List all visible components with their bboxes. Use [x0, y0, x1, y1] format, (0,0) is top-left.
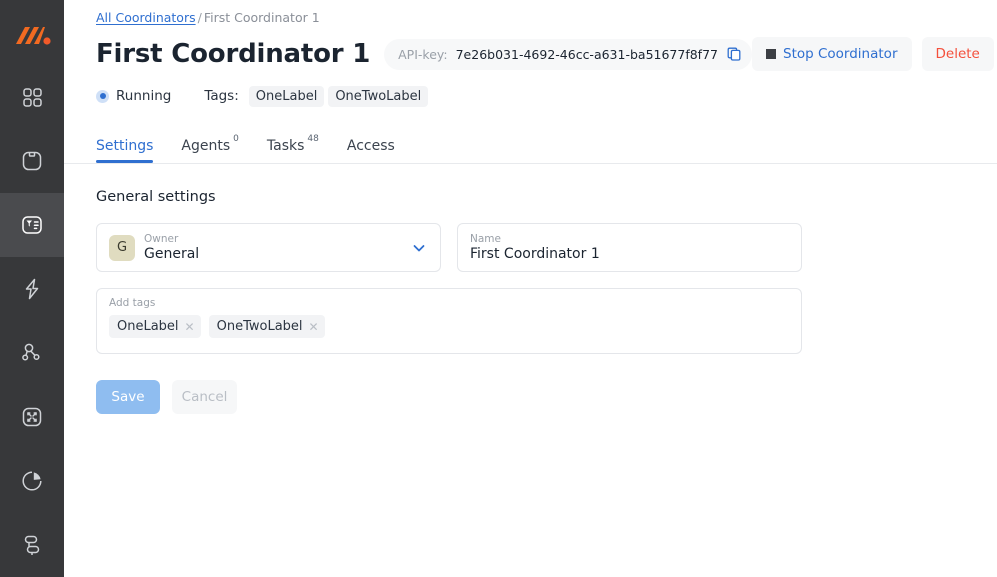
title-row: First Coordinator 1 API-key: 7e26b031-46…	[96, 33, 981, 75]
sidebar-item-plugins[interactable]	[0, 385, 64, 449]
sidebar-nav	[0, 65, 64, 577]
cancel-button[interactable]: Cancel	[172, 380, 237, 414]
chevron-down-icon[interactable]	[410, 239, 428, 257]
coordinator-icon	[19, 212, 45, 238]
tag-chip-list: OneLabel ✕ OneTwoLabel ✕	[109, 315, 789, 338]
settings-panel: General settings G Owner General N	[64, 164, 997, 414]
breadcrumb-current: First Coordinator 1	[204, 10, 320, 25]
avatar: G	[109, 235, 135, 261]
form-row-primary: G Owner General Name First Coordinator 1	[96, 223, 981, 272]
sidebar-item-topology[interactable]	[0, 321, 64, 385]
share-nodes-icon	[19, 340, 45, 366]
page-title: First Coordinator 1	[96, 39, 370, 69]
delete-button[interactable]: Delete	[922, 37, 994, 71]
breadcrumb: All Coordinators/First Coordinator 1	[96, 0, 981, 25]
sidebar-item-analytics[interactable]	[0, 449, 64, 513]
puzzle-square-icon	[19, 404, 45, 430]
name-field[interactable]: Name First Coordinator 1	[457, 223, 802, 272]
close-icon[interactable]: ✕	[309, 321, 319, 333]
stop-coordinator-button[interactable]: Stop Coordinator	[752, 37, 912, 71]
sitemap-icon	[19, 532, 45, 558]
sidebar	[0, 0, 64, 577]
grid-apps-icon	[20, 85, 44, 109]
app-root: All Coordinators/First Coordinator 1 Fir…	[0, 0, 997, 577]
monq-logo[interactable]	[0, 6, 64, 65]
owner-label: Owner	[144, 233, 199, 245]
name-input[interactable]: First Coordinator 1	[470, 245, 789, 263]
tab-agents-badge: 0	[233, 134, 239, 144]
breadcrumb-separator: /	[198, 10, 202, 25]
status-badge: Running	[116, 88, 171, 104]
tags-label: Tags:	[204, 88, 238, 104]
archive-box-icon	[19, 148, 45, 174]
tags-input-field[interactable]: Add tags OneLabel ✕ OneTwoLabel ✕	[96, 288, 802, 354]
tab-tasks[interactable]: Tasks 48	[267, 138, 319, 163]
owner-value: General	[144, 245, 199, 263]
tab-settings-label: Settings	[96, 138, 153, 154]
tag-chip-label: OneTwoLabel	[217, 319, 303, 334]
owner-select[interactable]: G Owner General	[96, 223, 441, 272]
stop-coordinator-label: Stop Coordinator	[783, 46, 898, 62]
tab-agents-label: Agents	[181, 138, 230, 154]
sidebar-item-structure[interactable]	[0, 513, 64, 577]
form-actions: Save Cancel	[96, 380, 981, 414]
name-label: Name	[470, 233, 789, 245]
sidebar-item-automation[interactable]	[0, 257, 64, 321]
status-row: Running Tags: OneLabel OneTwoLabel	[96, 85, 981, 107]
tag-chip[interactable]: OneLabel ✕	[109, 315, 201, 338]
tab-tasks-label: Tasks	[267, 138, 305, 154]
tab-settings[interactable]: Settings	[96, 138, 153, 163]
sidebar-item-coordinators[interactable]	[0, 193, 64, 257]
header-tag-chip: OneLabel	[249, 86, 325, 107]
api-key-pill: API-key: 7e26b031-4692-46cc-a631-ba51677…	[384, 39, 752, 70]
tab-agents[interactable]: Agents 0	[181, 138, 238, 163]
tab-access-label: Access	[347, 138, 395, 154]
sidebar-item-apps[interactable]	[0, 65, 64, 129]
owner-texts: Owner General	[144, 233, 199, 263]
stop-square-icon	[766, 49, 776, 59]
close-icon[interactable]: ✕	[185, 321, 195, 333]
api-key-label: API-key:	[398, 47, 447, 62]
status-indicator-icon	[96, 90, 109, 103]
tag-chip-label: OneLabel	[117, 319, 179, 334]
main-content: All Coordinators/First Coordinator 1 Fir…	[64, 0, 997, 577]
header-tag-chip: OneTwoLabel	[328, 86, 428, 107]
tab-tasks-badge: 48	[307, 134, 318, 144]
tab-access[interactable]: Access	[347, 138, 395, 163]
header-region: All Coordinators/First Coordinator 1 Fir…	[64, 0, 997, 163]
breadcrumb-link-all-coordinators[interactable]: All Coordinators	[96, 10, 196, 25]
save-button[interactable]: Save	[96, 380, 160, 414]
section-title: General settings	[96, 189, 981, 205]
api-key-value: 7e26b031-4692-46cc-a631-ba51677f8f77	[456, 47, 718, 62]
tag-chip[interactable]: OneTwoLabel ✕	[209, 315, 325, 338]
sidebar-item-archive[interactable]	[0, 129, 64, 193]
copy-icon[interactable]	[726, 46, 742, 62]
lightning-icon	[19, 276, 45, 302]
add-tags-placeholder: Add tags	[109, 297, 789, 310]
tab-bar: Settings Agents 0 Tasks 48 Access	[96, 127, 981, 163]
pie-chart-icon	[19, 468, 45, 494]
header-actions: Stop Coordinator Delete	[752, 37, 997, 71]
